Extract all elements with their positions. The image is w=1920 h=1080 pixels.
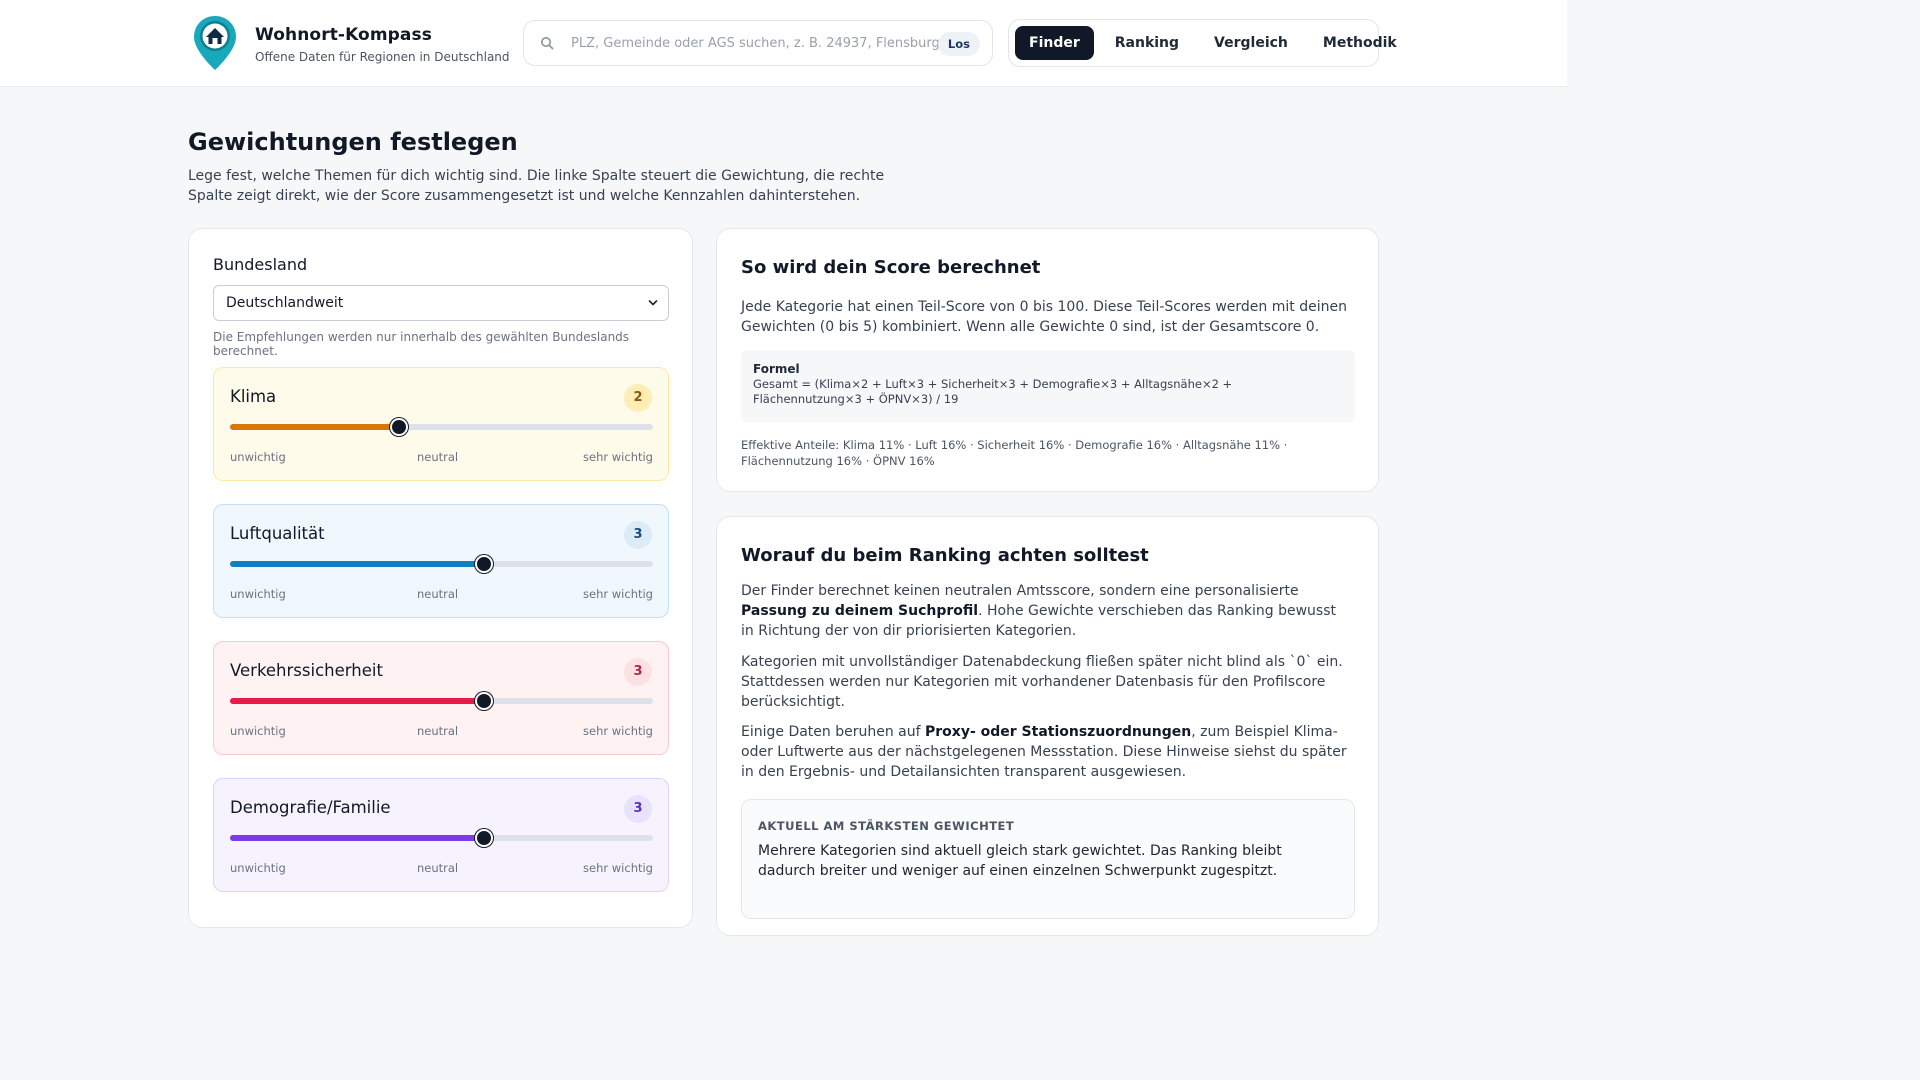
formula-box: Formel Gesamt = (Klima×2 + Luft×3 + Sich… bbox=[741, 350, 1355, 422]
nav-finder[interactable]: Finder bbox=[1015, 26, 1094, 60]
scale-label-mid: neutral bbox=[417, 861, 459, 875]
weight-slider-fill bbox=[230, 698, 484, 704]
weight-slider[interactable] bbox=[230, 692, 653, 710]
ranking-panel-title: Worauf du beim Ranking achten solltest bbox=[741, 545, 1149, 566]
weight-card-verkehrssicherheit: Verkehrssicherheit 3 unwichtig neutral s… bbox=[213, 641, 669, 755]
app-name: Wohnort-Kompass bbox=[255, 25, 432, 45]
nav-methodik[interactable]: Methodik bbox=[1309, 26, 1411, 60]
scale-label-low: unwichtig bbox=[230, 861, 286, 875]
scale-label-mid: neutral bbox=[417, 724, 459, 738]
weight-value-badge: 3 bbox=[624, 521, 652, 549]
effective-shares: Effektive Anteile: Klima 11% · Luft 16% … bbox=[741, 438, 1288, 468]
weight-card-klima: Klima 2 unwichtig neutral sehr wichtig bbox=[213, 367, 669, 481]
state-select[interactable]: Deutschlandweit bbox=[213, 285, 669, 321]
ranking-hints-panel: Worauf du beim Ranking achten solltest D… bbox=[716, 516, 1379, 936]
weight-slider-handle[interactable] bbox=[474, 692, 493, 710]
ranking-paragraph-1: Der Finder berechnet keinen neutralen Am… bbox=[741, 581, 1351, 641]
top-weighted-caption: AKTUELL AM STÄRKSTEN GEWICHTET bbox=[758, 819, 1015, 833]
formula-label: Formel bbox=[753, 362, 800, 376]
ranking-paragraph-1-text: Der Finder berechnet keinen neutralen Am… bbox=[741, 583, 1299, 599]
state-select-value: Deutschlandweit bbox=[226, 295, 344, 311]
ranking-paragraph-1-emphasis: Passung zu deinem Suchprofil bbox=[741, 603, 979, 619]
weight-slider-handle[interactable] bbox=[474, 555, 493, 573]
weight-slider-handle[interactable] bbox=[474, 829, 493, 847]
weight-slider-handle[interactable] bbox=[390, 418, 409, 436]
weight-slider[interactable] bbox=[230, 829, 653, 847]
weights-panel: Bundesland Deutschlandweit Die Empfehlun… bbox=[188, 228, 693, 928]
location-pin-logo-icon bbox=[194, 16, 236, 70]
weight-label: Demografie/Familie bbox=[230, 798, 391, 817]
top-weighted-text: Mehrere Kategorien sind aktuell gleich s… bbox=[758, 843, 1282, 879]
weight-card-luftqualitaet: Luftqualität 3 unwichtig neutral sehr wi… bbox=[213, 504, 669, 618]
weight-label: Klima bbox=[230, 387, 277, 406]
score-panel: So wird dein Score berechnet Jede Katego… bbox=[716, 228, 1379, 492]
weight-value-badge: 2 bbox=[624, 384, 652, 412]
brand[interactable]: Wohnort-Kompass Offene Daten für Regione… bbox=[193, 15, 510, 71]
score-panel-title: So wird dein Score berechnet bbox=[741, 257, 1041, 278]
page-title: Gewichtungen festlegen bbox=[188, 128, 518, 156]
top-weighted-box: AKTUELL AM STÄRKSTEN GEWICHTET Mehrere K… bbox=[741, 799, 1355, 919]
app-subtitle: Offene Daten für Regionen in Deutschland bbox=[255, 50, 510, 64]
weight-value-badge: 3 bbox=[624, 795, 652, 823]
state-label: Bundesland bbox=[213, 255, 308, 274]
weight-card-demografie: Demografie/Familie 3 unwichtig neutral s… bbox=[213, 778, 669, 892]
scale-label-high: sehr wichtig bbox=[583, 724, 653, 738]
score-panel-text: Jede Kategorie hat einen Teil-Score von … bbox=[741, 299, 1347, 335]
weight-slider-fill bbox=[230, 561, 484, 567]
page-intro: Lege fest, welche Themen für dich wichti… bbox=[188, 168, 885, 204]
state-hint: Die Empfehlungen werden nur innerhalb de… bbox=[213, 330, 630, 358]
search-icon bbox=[541, 37, 554, 50]
scale-label-low: unwichtig bbox=[230, 587, 286, 601]
scale-label-high: sehr wichtig bbox=[583, 587, 653, 601]
weight-slider[interactable] bbox=[230, 555, 653, 573]
weight-value-badge: 3 bbox=[624, 658, 652, 686]
scale-label-low: unwichtig bbox=[230, 724, 286, 738]
search-submit-button[interactable]: Los bbox=[937, 32, 980, 56]
nav-ranking[interactable]: Ranking bbox=[1101, 26, 1193, 60]
formula-text: Gesamt = (Klima×2 + Luft×3 + Sicherheit×… bbox=[753, 377, 1233, 406]
scale-label-mid: neutral bbox=[417, 450, 459, 464]
ranking-paragraph-3-text: Einige Daten beruhen auf bbox=[741, 724, 926, 740]
search-input[interactable] bbox=[571, 35, 943, 51]
ranking-paragraph-3-emphasis: Proxy- oder Stationszuordnungen bbox=[925, 724, 1192, 740]
scale-label-low: unwichtig bbox=[230, 450, 286, 464]
top-bar: Wohnort-Kompass Offene Daten für Regione… bbox=[0, 0, 1567, 87]
ranking-paragraph-3: Einige Daten beruhen auf Proxy- oder Sta… bbox=[741, 722, 1351, 782]
weight-label: Luftqualität bbox=[230, 524, 325, 543]
nav-vergleich[interactable]: Vergleich bbox=[1200, 26, 1302, 60]
weight-label: Verkehrssicherheit bbox=[230, 661, 383, 680]
scale-label-high: sehr wichtig bbox=[583, 861, 653, 875]
scale-label-high: sehr wichtig bbox=[583, 450, 653, 464]
scale-label-mid: neutral bbox=[417, 587, 459, 601]
weight-slider[interactable] bbox=[230, 418, 653, 436]
search-bar: Los bbox=[523, 20, 993, 66]
weight-slider-fill bbox=[230, 835, 484, 841]
ranking-paragraph-2: Kategorien mit unvollständiger Datenabde… bbox=[741, 654, 1343, 710]
chevron-down-icon bbox=[648, 300, 658, 306]
main-nav: Finder Ranking Vergleich Methodik bbox=[1008, 19, 1397, 67]
weight-slider-fill bbox=[230, 424, 400, 430]
